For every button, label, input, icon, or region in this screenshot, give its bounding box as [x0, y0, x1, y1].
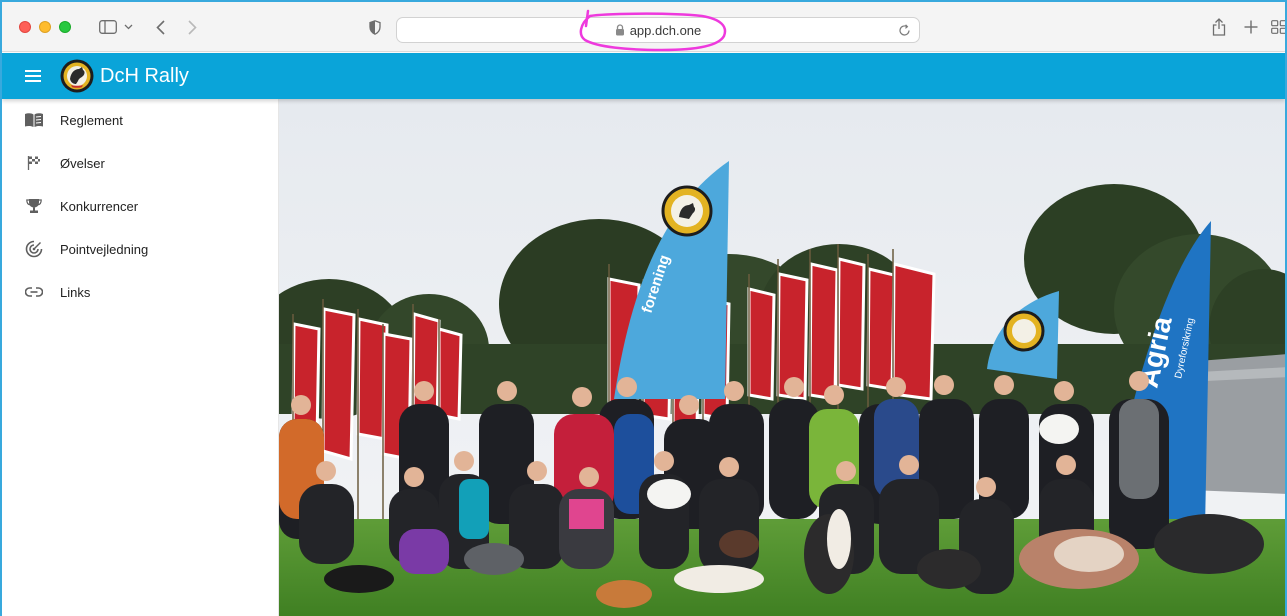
lock-icon: [615, 24, 625, 36]
trophy-icon: [24, 196, 44, 216]
share-icon[interactable]: [1208, 16, 1230, 38]
link-icon: [24, 282, 44, 302]
nav-label: Pointvejledning: [60, 241, 149, 257]
nav-item-konkurrencer[interactable]: Konkurrencer: [2, 185, 278, 227]
dch-logo[interactable]: [60, 59, 94, 93]
nav-item-ovelser[interactable]: Øvelser: [2, 142, 278, 184]
book-icon: [24, 110, 44, 130]
shield-icon[interactable]: [365, 16, 385, 38]
checkered-flag-icon: [24, 153, 44, 173]
browser-window: app.dch.one DcH Rally Reglement Øvelser …: [0, 0, 1287, 616]
chevron-left-icon[interactable]: [150, 16, 170, 38]
chevron-down-icon[interactable]: [121, 16, 135, 38]
nav-label: Links: [60, 284, 91, 300]
navigation-drawer: Reglement Øvelser Konkurrencer Pointvejl…: [2, 99, 279, 616]
sidebar-icon[interactable]: [97, 16, 119, 38]
hero-photo: forening Agria Dyreforsikring: [279, 99, 1285, 616]
address-bar[interactable]: app.dch.one: [396, 17, 920, 43]
url-text[interactable]: app.dch.one: [630, 23, 702, 38]
browser-toolbar: app.dch.one: [2, 2, 1285, 52]
close-window-button[interactable]: [19, 21, 31, 33]
minimize-window-button[interactable]: [39, 21, 51, 33]
chevron-right-icon[interactable]: [182, 16, 202, 38]
reload-icon[interactable]: [895, 21, 913, 39]
nav-label: Konkurrencer: [60, 198, 139, 214]
zoom-window-button[interactable]: [59, 21, 71, 33]
group-photo-illustration: forening Agria Dyreforsikring: [279, 99, 1285, 616]
nav-item-reglement[interactable]: Reglement: [2, 99, 278, 141]
target-icon: [24, 239, 44, 259]
nav-label: Øvelser: [60, 155, 105, 171]
hamburger-menu-icon[interactable]: [22, 65, 44, 87]
grid-icon[interactable]: [1270, 16, 1285, 38]
app-title[interactable]: DcH Rally: [100, 64, 189, 88]
nav-item-links[interactable]: Links: [2, 271, 278, 313]
plus-icon[interactable]: [1240, 16, 1262, 38]
nav-label: Reglement: [60, 112, 123, 128]
app-bar: DcH Rally: [2, 53, 1285, 99]
nav-item-pointvejledning[interactable]: Pointvejledning: [2, 228, 278, 270]
